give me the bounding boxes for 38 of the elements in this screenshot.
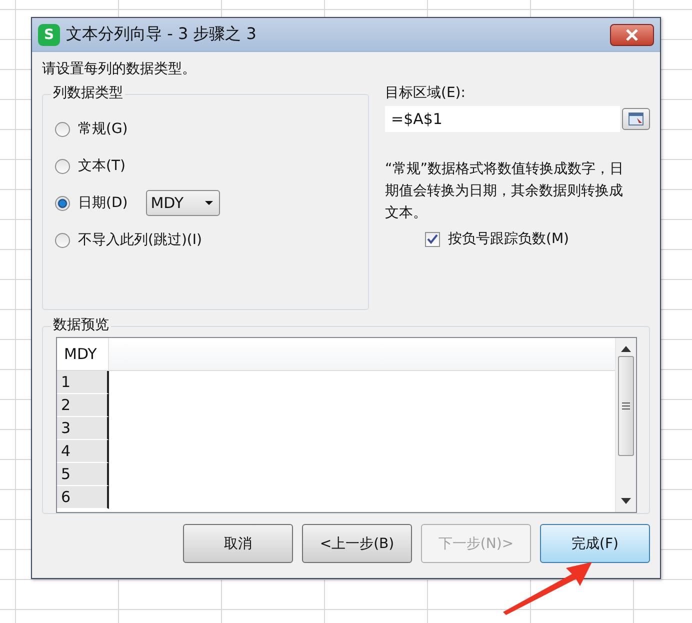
date-format-dropdown[interactable]: MDY <box>146 190 220 216</box>
group-title: 列数据类型 <box>51 84 125 102</box>
dialog-button[interactable]: 完成(F) <box>540 524 650 563</box>
radio-button[interactable] <box>55 232 70 248</box>
description-text: “常规”数据格式将数值转换成数字，日期值会转换为日期，其余数据则转换成文本。 <box>385 160 625 223</box>
close-button[interactable] <box>610 24 654 46</box>
row-number: 1 <box>57 371 109 394</box>
instruction-text: 请设置每列的数据类型。 <box>42 60 197 78</box>
dialog-button[interactable]: <上一步(B) <box>302 524 412 563</box>
dialog-button[interactable]: 取消 <box>183 524 293 563</box>
grip-icon <box>622 402 630 410</box>
radio-button[interactable] <box>55 196 70 210</box>
range-picker-icon <box>628 112 644 126</box>
option-label: 不导入此列(跳过)(I) <box>78 231 202 249</box>
option-label: 常规(G) <box>78 120 128 138</box>
radio-button[interactable] <box>55 158 70 174</box>
window-title: 文本分列向导 - 3 步骤之 3 <box>66 24 258 45</box>
row-number: 5 <box>57 463 109 486</box>
field-label: 目标区域(E): <box>385 84 466 102</box>
range-select-button[interactable] <box>622 108 650 130</box>
app-icon: S <box>38 24 60 46</box>
caret-icon <box>204 201 213 205</box>
row-number: 3 <box>57 417 109 440</box>
scroll-down-icon[interactable] <box>621 498 631 504</box>
radio-button[interactable] <box>55 122 70 136</box>
scrollbar-thumb[interactable] <box>618 356 634 456</box>
row-number: 4 <box>57 440 109 463</box>
row-number: 6 <box>57 486 109 509</box>
scroll-up-icon[interactable] <box>621 346 631 352</box>
checkbox[interactable] <box>425 232 440 246</box>
row-number: 2 <box>57 394 109 417</box>
scrollbar[interactable] <box>615 338 636 512</box>
destination-field[interactable]: =$A$1 <box>385 106 620 132</box>
group-title: 数据预览 <box>51 316 111 334</box>
checkbox-label: 按负号跟踪负数(M) <box>448 230 570 248</box>
option-label: 文本(T) <box>78 157 126 175</box>
option-label: 日期(D) <box>78 194 128 212</box>
close-icon <box>625 28 639 40</box>
